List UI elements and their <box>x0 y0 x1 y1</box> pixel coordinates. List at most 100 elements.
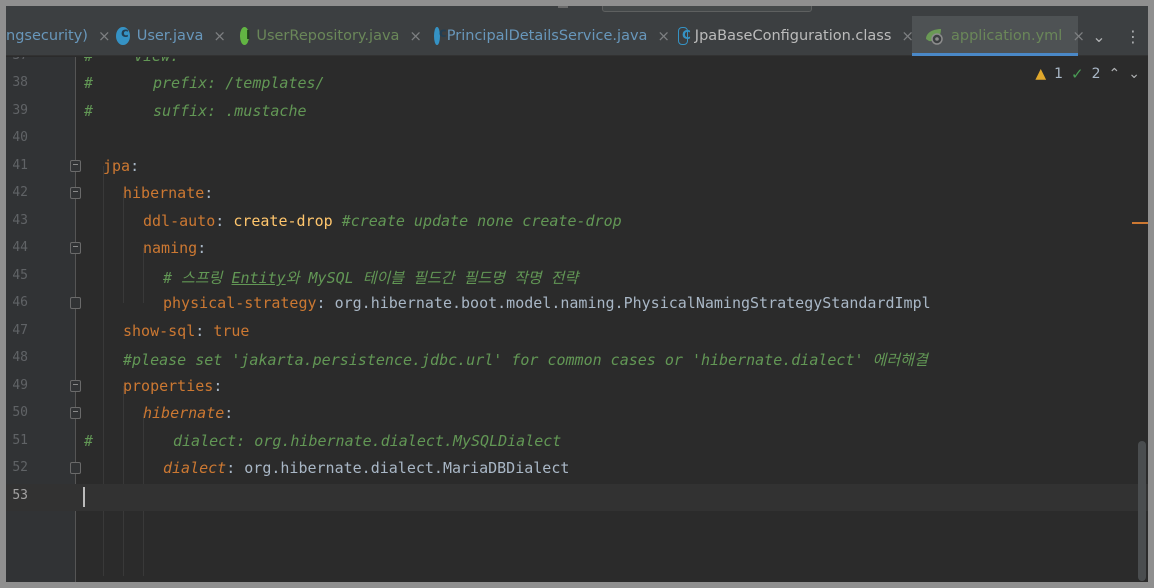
close-icon[interactable]: × <box>657 27 670 45</box>
vertical-scrollbar[interactable] <box>1138 441 1146 581</box>
yaml-entry: show-sql: true <box>123 322 249 340</box>
toolbar-grip <box>558 6 568 8</box>
colon: : <box>197 239 207 257</box>
colon: : <box>130 157 140 175</box>
colon: : <box>224 404 234 422</box>
line-number: 49 <box>12 378 28 393</box>
comment-text: #please set 'jakarta.persistence.jdbc.ur… <box>123 351 928 369</box>
error-stripe-marker[interactable] <box>1132 222 1148 224</box>
colon: : <box>226 459 236 477</box>
colon: : <box>213 377 223 395</box>
line-number: 44 <box>12 240 28 255</box>
fold-icon[interactable] <box>70 407 81 419</box>
code-line: 47 show-sql: true <box>6 319 1148 346</box>
close-icon[interactable]: × <box>1072 27 1085 45</box>
key-name: dialect <box>163 459 227 477</box>
comment-text: #create update none create-drop <box>341 212 622 230</box>
comment-marker: # <box>84 102 94 120</box>
fold-icon[interactable] <box>70 380 81 392</box>
ide-window: ngsecurity) × User.java × UserRepository… <box>6 6 1148 582</box>
value-text: create-drop <box>233 212 333 230</box>
fold-icon[interactable] <box>70 160 81 172</box>
code-editor[interactable]: 37 # view: 38 # prefix: /templates/ 39 #… <box>6 57 1148 582</box>
line-number: 41 <box>12 158 28 173</box>
line-number: 51 <box>12 433 28 448</box>
fold-end-icon[interactable] <box>70 462 81 474</box>
java-class-icon <box>116 26 130 45</box>
comment-text: dialect: org.hibernate.dialect.MySQLDial… <box>173 432 562 450</box>
tab-user-java[interactable]: User.java × <box>116 16 226 56</box>
tab-jpa-base-configuration[interactable]: JpaBaseConfiguration.class × <box>678 16 914 56</box>
spring-yaml-icon <box>924 27 944 45</box>
code-line: 38 # prefix: /templates/ <box>6 71 1148 98</box>
key-name: properties <box>123 377 214 395</box>
next-highlight-icon[interactable]: ⌄ <box>1128 66 1140 82</box>
code-line: 39 # suffix: .mustache <box>6 99 1148 126</box>
tab-principal-details-service[interactable]: PrincipalDetailsService.java × <box>434 16 670 56</box>
value-text: true <box>213 322 250 340</box>
code-line: 43 ddl-auto: create-drop #create update … <box>6 209 1148 236</box>
tab-label: User.java <box>136 28 204 44</box>
yaml-key: naming: <box>143 239 206 257</box>
code-line: 49 properties: <box>6 374 1148 401</box>
line-number: 47 <box>12 323 28 338</box>
key-name: hibernate <box>143 404 225 422</box>
warning-count: 1 <box>1054 66 1064 82</box>
key-name: jpa <box>103 157 131 175</box>
key-name: naming <box>143 239 198 257</box>
editor-tab-bar: ngsecurity) × User.java × UserRepository… <box>6 16 1148 56</box>
close-icon[interactable]: × <box>98 27 111 45</box>
code-line: 45 # 스프링 Entity와 MySQL 테이블 필드간 필드명 작명 전략 <box>6 264 1148 291</box>
line-number: 50 <box>12 405 28 420</box>
yaml-entry: dialect: org.hibernate.dialect.MariaDBDi… <box>163 459 569 477</box>
tab-application-yml[interactable]: application.yml × <box>912 16 1085 56</box>
line-number: 43 <box>12 213 28 228</box>
code-line: 41 jpa: <box>6 154 1148 181</box>
colon: : <box>316 294 326 312</box>
comment-part: # 스프링 <box>163 269 232 287</box>
fold-icon[interactable] <box>70 187 81 199</box>
text-caret <box>83 487 85 507</box>
comment-part: 와 MySQL 테이블 필드간 필드명 작명 전략 <box>285 269 579 287</box>
line-number: 45 <box>12 268 28 283</box>
close-icon[interactable]: × <box>213 27 226 45</box>
yaml-entry: physical-strategy: org.hibernate.boot.mo… <box>163 294 931 312</box>
inspection-widget[interactable]: ▲ 1 ✓ 2 ⌃ ⌄ <box>1035 65 1140 83</box>
yaml-key: hibernate: <box>123 184 213 202</box>
line-number: 40 <box>12 130 28 145</box>
line-number: 42 <box>12 185 28 200</box>
colon: : <box>195 322 205 340</box>
code-line: 37 # view: <box>6 57 1148 71</box>
weak-warning-count: 2 <box>1091 66 1101 82</box>
comment-spellcheck: Entity <box>231 269 286 287</box>
comment-marker: # <box>84 57 93 65</box>
fold-end-icon[interactable] <box>70 297 81 309</box>
comment-marker: # <box>84 74 94 92</box>
close-icon[interactable]: × <box>409 27 422 45</box>
comment-text: suffix: .mustache <box>153 102 307 120</box>
colon: : <box>215 212 225 230</box>
tab-user-repository[interactable]: UserRepository.java × <box>240 16 422 56</box>
compiled-class-icon <box>678 27 691 45</box>
more-menu-icon[interactable]: ⋮ <box>1119 16 1147 56</box>
comment-text: view: <box>134 57 179 65</box>
tab-springsecurity[interactable]: ngsecurity) × <box>6 16 112 56</box>
comment-marker: # <box>84 432 94 450</box>
current-line[interactable]: 53 <box>6 484 1148 512</box>
run-configuration-selector[interactable] <box>602 6 812 12</box>
yaml-key: hibernate: <box>143 404 233 422</box>
tab-label: JpaBaseConfiguration.class <box>694 28 892 44</box>
yaml-key: properties: <box>123 377 222 395</box>
previous-highlight-icon[interactable]: ⌃ <box>1109 66 1121 82</box>
code-line: 44 naming: <box>6 236 1148 263</box>
line-number: 46 <box>12 295 28 310</box>
code-line: 48 #please set 'jakarta.persistence.jdbc… <box>6 346 1148 373</box>
toolbar-strip <box>6 6 1148 16</box>
fold-icon[interactable] <box>70 242 81 254</box>
code-line: 50 hibernate: <box>6 401 1148 428</box>
yaml-entry: ddl-auto: create-drop #create update non… <box>143 212 622 230</box>
chevron-down-icon[interactable]: ⌄ <box>1085 16 1113 56</box>
line-number: 48 <box>12 350 28 365</box>
code-line: 52 dialect: org.hibernate.dialect.MariaD… <box>6 456 1148 483</box>
code-line: 51 # dialect: org.hibernate.dialect.MySQ… <box>6 429 1148 456</box>
